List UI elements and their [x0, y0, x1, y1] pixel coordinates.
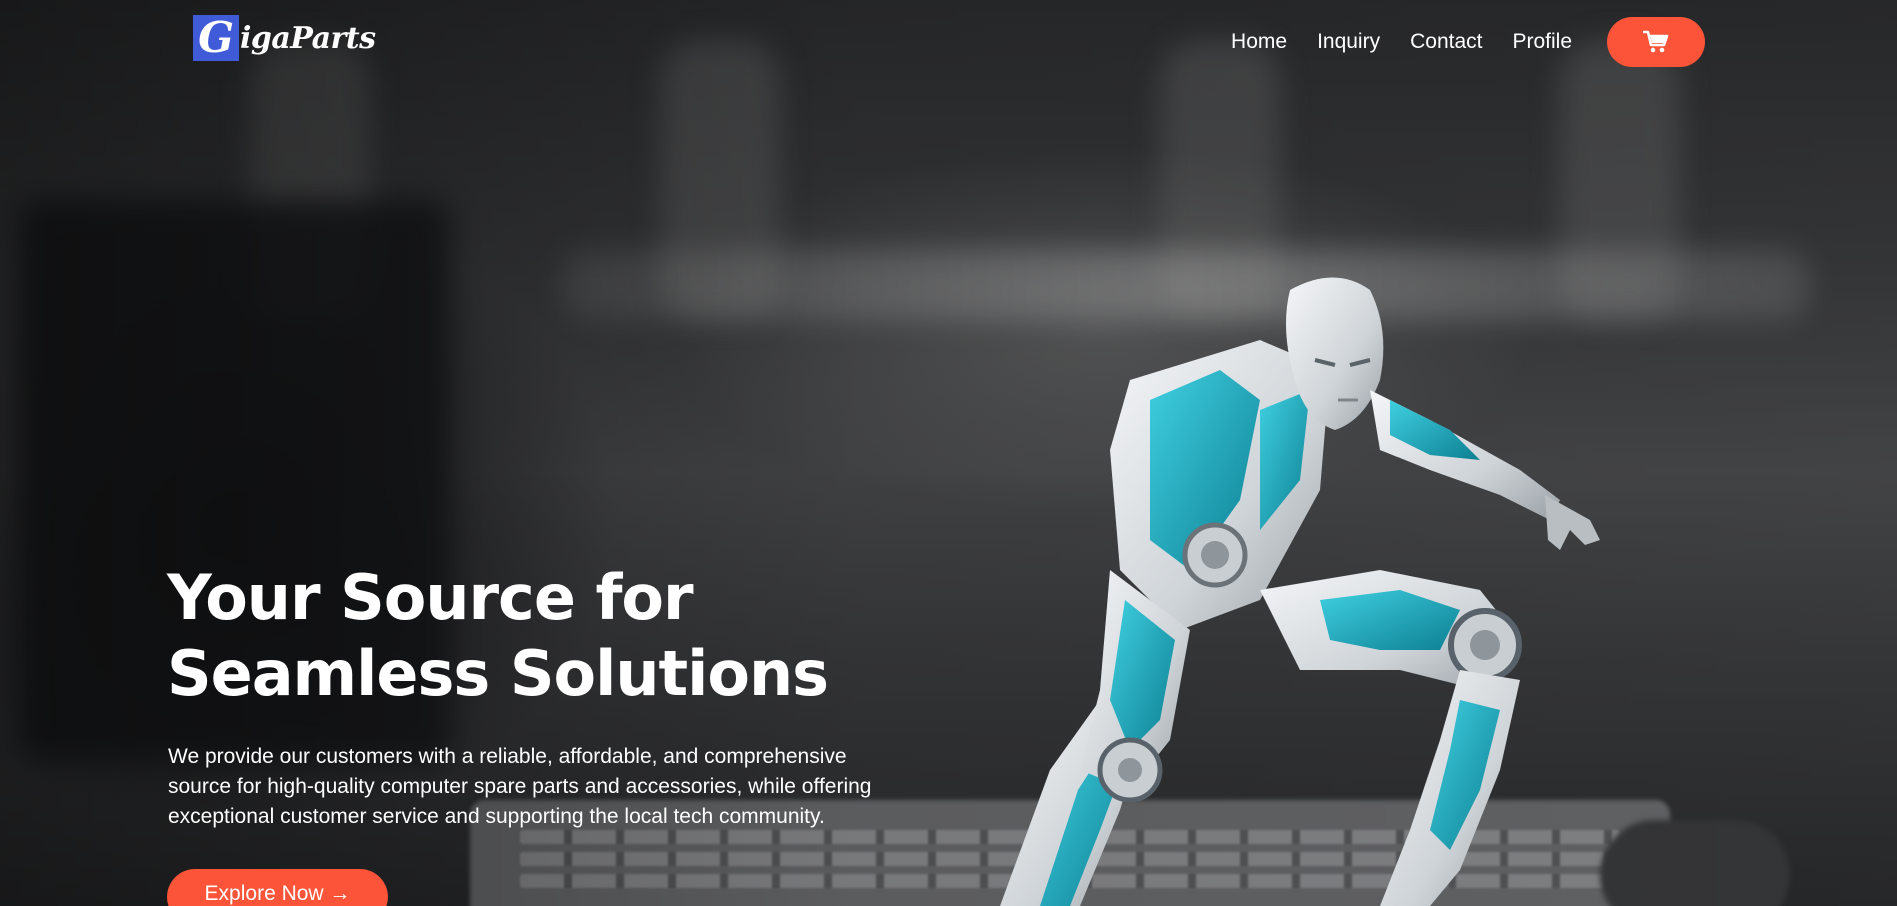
brand-logo[interactable]: G igaParts [193, 13, 393, 63]
logo-wordmark: igaParts [240, 20, 376, 56]
hero-description-line: source for high-quality computer spare p… [168, 775, 872, 798]
logo-initial: G [193, 15, 239, 61]
navbar: G igaParts Home Inquiry Contact Profile [0, 0, 1897, 84]
nav-menu: Home Inquiry Contact Profile [1231, 24, 1572, 60]
hero-description-line: We provide our customers with a reliable… [168, 745, 847, 768]
hero-description: We provide our customers with a reliable… [168, 742, 968, 832]
nav-link-contact[interactable]: Contact [1410, 24, 1482, 60]
nav-link-profile[interactable]: Profile [1512, 24, 1572, 60]
hero-section: G igaParts Home Inquiry Contact Profile … [0, 0, 1897, 906]
nav-link-inquiry[interactable]: Inquiry [1317, 24, 1380, 60]
cart-icon [1643, 30, 1669, 53]
hero-title-line: Your Source for [167, 561, 694, 634]
explore-now-button[interactable]: Explore Now → [167, 869, 388, 906]
nav-link-home[interactable]: Home [1231, 24, 1287, 60]
hero-description-line: exceptional customer service and support… [168, 805, 825, 828]
robot-illustration [1000, 277, 1600, 906]
hero-title: Your Source for Seamless Solutions [167, 560, 829, 712]
hero-title-line: Seamless Solutions [167, 637, 829, 710]
cart-button[interactable] [1607, 17, 1705, 67]
